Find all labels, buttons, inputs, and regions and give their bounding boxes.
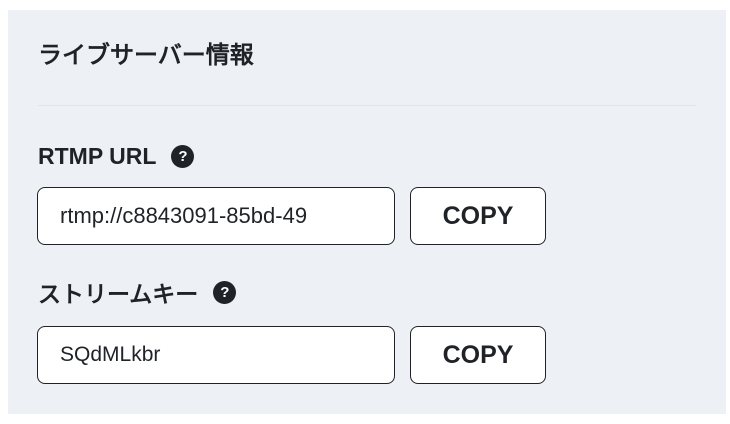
rtmp-help-icon[interactable]: ? [171,144,195,168]
rtmp-url-input[interactable] [37,187,395,245]
stream-key-help-icon[interactable]: ? [213,280,237,304]
panel-title: ライブサーバー情報 [38,42,254,69]
divider [38,105,696,106]
copy-rtmp-url-button[interactable]: COPY [410,187,546,245]
rtmp-url-label: RTMP URL [38,142,157,169]
copy-stream-key-button[interactable]: COPY [410,326,546,384]
rtmp-url-label-row: RTMP URL ? [38,140,195,172]
live-server-info-panel: ライブサーバー情報 RTMP URL ? COPY ストリームキー ? COPY [8,10,726,414]
stream-key-input[interactable] [37,326,395,384]
stream-key-label: ストリームキー [38,281,199,307]
stream-key-label-row: ストリームキー ? [38,276,237,308]
